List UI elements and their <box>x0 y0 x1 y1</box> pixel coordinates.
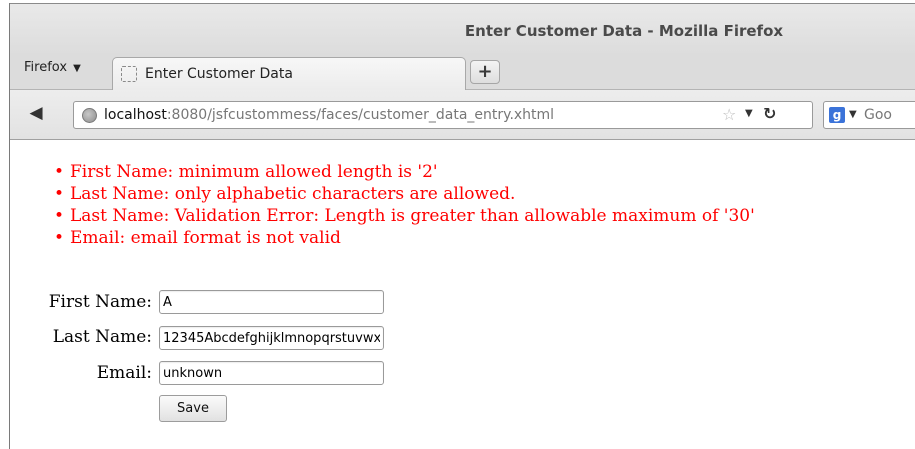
first-name-label: First Name: <box>48 292 152 312</box>
error-text: Last Name: Validation Error: Length is g… <box>70 206 755 226</box>
url-host: localhost <box>104 107 167 123</box>
google-icon[interactable]: g <box>829 107 845 123</box>
bookmark-star-icon[interactable]: ☆ <box>722 105 736 124</box>
error-text: Email: email format is not valid <box>70 228 341 248</box>
globe-icon <box>82 108 97 123</box>
tab-title: Enter Customer Data <box>145 66 293 82</box>
new-tab-button[interactable]: + <box>470 60 500 84</box>
dropdown-arrow-icon: ▼ <box>73 63 81 74</box>
error-message: • Last Name: Validation Error: Length is … <box>52 205 755 227</box>
search-bar[interactable]: g ▼ Goo <box>823 101 915 129</box>
email-label: Email: <box>96 363 152 383</box>
search-engine-dropdown-icon[interactable]: ▼ <box>849 109 857 120</box>
error-text: Last Name: only alphabetic characters ar… <box>70 184 516 204</box>
email-field[interactable] <box>159 361 384 385</box>
firefox-menu-label: Firefox <box>24 60 68 75</box>
back-arrow-icon[interactable]: ◀ <box>26 103 46 123</box>
first-name-field[interactable] <box>159 290 384 314</box>
url-text: localhost:8080/jsfcustommess/faces/custo… <box>104 107 554 123</box>
firefox-menu-button[interactable]: Firefox ▼ <box>24 60 81 75</box>
error-message: • Email: email format is not valid <box>52 227 755 249</box>
history-dropdown-icon[interactable]: ▼ <box>745 108 753 119</box>
last-name-label: Last Name: <box>52 327 152 347</box>
last-name-field[interactable] <box>159 326 384 350</box>
tab-enter-customer-data[interactable]: Enter Customer Data <box>112 57 466 90</box>
bullet-icon: • <box>54 162 65 182</box>
error-text: First Name: minimum allowed length is '2… <box>70 162 438 182</box>
window-frame-top <box>9 3 915 4</box>
bullet-icon: • <box>54 206 65 226</box>
search-placeholder: Goo <box>864 107 892 123</box>
bullet-icon: • <box>54 184 65 204</box>
window-title: Enter Customer Data - Mozilla Firefox <box>464 22 784 40</box>
error-message: • First Name: minimum allowed length is '… <box>52 161 755 183</box>
reload-icon[interactable]: ↻ <box>763 104 776 123</box>
save-button[interactable]: Save <box>159 395 227 422</box>
bullet-icon: • <box>54 228 65 248</box>
error-messages: • First Name: minimum allowed length is '… <box>52 161 755 249</box>
url-path: :8080/jsfcustommess/faces/customer_data_… <box>166 107 555 123</box>
page-icon <box>121 66 137 82</box>
url-bar[interactable]: localhost:8080/jsfcustommess/faces/custo… <box>73 101 813 129</box>
error-message: • Last Name: only alphabetic characters a… <box>52 183 755 205</box>
